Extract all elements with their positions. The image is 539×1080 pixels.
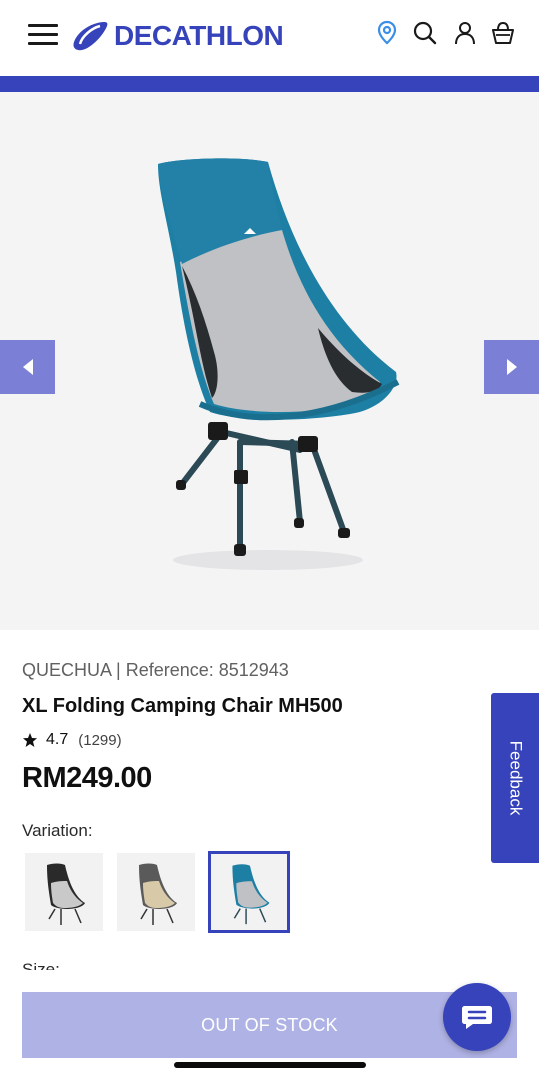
product-rating[interactable]: 4.7 (1299) — [22, 731, 122, 749]
product-image-gallery[interactable] — [0, 92, 539, 630]
star-icon — [23, 733, 37, 747]
feedback-label: Feedback — [506, 740, 526, 816]
variation-swatch-blue-grey[interactable] — [208, 851, 290, 933]
logo-mark-icon — [73, 22, 108, 51]
chat-button[interactable] — [443, 983, 511, 1051]
logo-text: DECATHLON — [114, 20, 284, 51]
menu-icon[interactable] — [28, 22, 60, 48]
chair-thumbnail-blue-grey — [232, 864, 270, 925]
account-icon[interactable] — [450, 16, 480, 50]
basket-icon[interactable] — [488, 16, 518, 50]
search-icon[interactable] — [410, 16, 440, 50]
promo-banner[interactable] — [0, 76, 539, 92]
home-indicator — [174, 1062, 366, 1068]
chair-thumbnail-grey-black — [47, 863, 85, 925]
variation-swatch-beige-grey[interactable] — [117, 853, 195, 931]
size-label: Size: — [22, 960, 60, 970]
variation-label: Variation: — [22, 821, 93, 840]
location-pin-icon[interactable] — [372, 16, 402, 50]
chat-icon — [462, 1006, 492, 1029]
next-image-button[interactable] — [484, 340, 539, 394]
variation-swatch-grey-black[interactable] — [25, 853, 103, 931]
product-price: RM249.00 — [22, 762, 152, 794]
feedback-tab[interactable]: Feedback — [491, 693, 539, 863]
chair-thumbnail-beige-grey — [139, 863, 177, 925]
review-count[interactable]: (1299) — [78, 732, 121, 749]
brand-reference: QUECHUA | Reference: 8512943 — [22, 660, 289, 680]
rating-score: 4.7 — [46, 731, 69, 748]
site-header: DECATHLON — [0, 0, 539, 76]
previous-image-button[interactable] — [0, 340, 55, 394]
arrow-right-icon — [506, 359, 517, 375]
arrow-left-icon — [22, 359, 33, 375]
decathlon-logo[interactable]: DECATHLON — [70, 18, 284, 54]
out-of-stock-button[interactable]: OUT OF STOCK — [22, 992, 517, 1058]
camping-chair-image — [158, 158, 400, 570]
product-title: XL Folding Camping Chair MH500 — [22, 695, 343, 717]
